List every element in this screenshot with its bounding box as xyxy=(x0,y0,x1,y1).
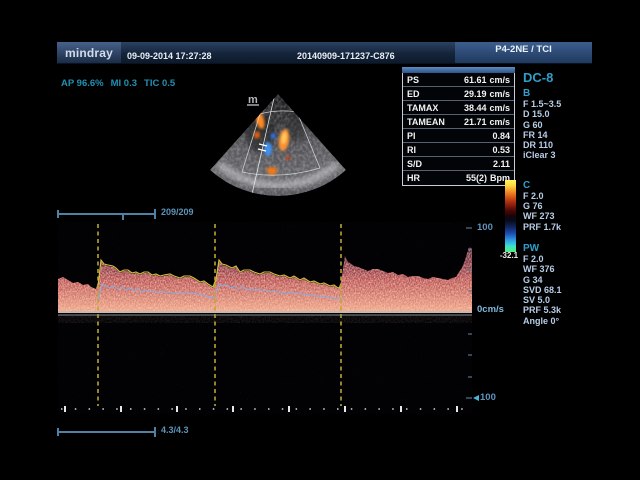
parameter-item: iClear 3 xyxy=(523,150,598,160)
parameter-item: DR 110 xyxy=(523,140,598,150)
color-parameter-section: C F 2.0G 76WF 273PRF 1.7k xyxy=(523,180,598,232)
measurement-value: 0.53 xyxy=(492,145,510,155)
measurement-row: TAMAX 38.44 cm/s xyxy=(403,101,514,115)
bmode-image: m xyxy=(200,88,360,206)
pw-spectrum-display xyxy=(58,222,472,414)
parameter-item: PRF 5.3k xyxy=(523,305,598,315)
parameter-item: Angle 0° xyxy=(523,316,598,326)
section-title-pw: PW xyxy=(523,243,598,254)
tic-value: TIC 0.5 xyxy=(144,78,175,89)
velocity-scale-baseline: 0cm/s xyxy=(477,304,504,315)
measurement-value: 55(2) xyxy=(466,173,487,183)
parameter-item: SV 5.0 xyxy=(523,295,598,305)
measurement-row: PS 61.61 cm/s xyxy=(403,73,514,87)
colorbar-top-tick: - xyxy=(478,178,481,188)
parameter-item: D 15.0 xyxy=(523,109,598,119)
measurement-value: 2.11 xyxy=(493,159,510,169)
frame-counter: 209/209 xyxy=(161,207,194,217)
measurement-row: ED 29.19 cm/s xyxy=(403,87,514,101)
background-noise xyxy=(58,222,472,406)
measurement-value: 21.71 xyxy=(464,117,487,127)
ap-value: AP 96.6% xyxy=(61,78,104,89)
measurement-label: TAMEAN xyxy=(407,117,445,127)
measurement-label: TAMAX xyxy=(407,103,438,113)
acoustic-output-readout: AP 96.6% MI 0.3 TIC 0.5 xyxy=(61,78,182,89)
measurement-results-panel: PS 61.61 cm/s ED 29.19 cm/s TAMAX 38.44 … xyxy=(402,67,515,186)
measurement-unit: cm/s xyxy=(489,103,510,113)
cine-track[interactable] xyxy=(58,213,155,215)
measurement-row: HR 55(2) Bpm xyxy=(403,171,514,185)
probe-exam-label: P4-2NE / TCI xyxy=(495,44,552,55)
results-table: PS 61.61 cm/s ED 29.19 cm/s TAMAX 38.44 … xyxy=(402,73,515,186)
velocity-scale-top: 100 xyxy=(477,222,493,233)
measurement-row: TAMEAN 21.71 cm/s xyxy=(403,115,514,129)
orientation-marker: m xyxy=(247,94,259,106)
parameter-item: G 34 xyxy=(523,275,598,285)
parameter-item: F 2.0 xyxy=(523,191,598,201)
parameter-item: G 60 xyxy=(523,120,598,130)
velocity-scale-bottom: 100 xyxy=(473,392,496,403)
measurement-label: PI xyxy=(407,131,416,141)
parameter-item: G 76 xyxy=(523,201,598,211)
measurement-unit: cm/s xyxy=(489,89,510,99)
exam-id-label: 20140909-171237-C876 xyxy=(297,51,395,61)
cine-end-tick xyxy=(154,209,156,219)
colorbar-scale-label: -32.1 xyxy=(492,251,526,260)
parameter-item: WF 273 xyxy=(523,211,598,221)
bmode-sector xyxy=(200,88,360,206)
measurement-row: PI 0.84 xyxy=(403,129,514,143)
parameter-item: F 2.0 xyxy=(523,254,598,264)
brand-logo-text: mindray xyxy=(65,46,113,60)
parameter-sidebar: DC-8 B F 1.5~3.5D 15.0G 60FR 14DR 110iCl… xyxy=(523,70,598,326)
parameter-item: F 1.5~3.5 xyxy=(523,99,598,109)
measurement-unit: cm/s xyxy=(489,75,510,85)
color-velocity-bar xyxy=(505,180,516,252)
pw-parameter-section: PW F 2.0WF 376G 34SVD 68.1SV 5.0PRF 5.3k… xyxy=(523,243,598,326)
measurement-value: 61.61 xyxy=(464,75,487,85)
system-model-label: DC-8 xyxy=(523,70,598,85)
probe-exam-tab[interactable]: P4-2NE / TCI xyxy=(455,42,592,63)
sweep-end-tick xyxy=(154,427,156,437)
orientation-marker-text: m xyxy=(248,94,258,106)
velocity-scale-bottom-value: 100 xyxy=(480,392,496,403)
ultrasound-screen: mindray P4-2NE / TCI 09-09-2014 17:27:28… xyxy=(0,0,640,480)
measurement-row: S/D 2.11 xyxy=(403,157,514,171)
measurement-label: S/D xyxy=(407,159,422,169)
scale-arrow-icon xyxy=(473,395,479,401)
measurement-value: 29.19 xyxy=(464,89,487,99)
section-title-b: B xyxy=(523,88,598,99)
measurement-unit: cm/s xyxy=(489,117,510,127)
parameter-item: FR 14 xyxy=(523,130,598,140)
brand-logo: mindray xyxy=(57,42,121,63)
measurement-label: ED xyxy=(407,89,420,99)
measurement-label: HR xyxy=(407,173,420,183)
bmode-parameter-section: B F 1.5~3.5D 15.0G 60FR 14DR 110iClear 3 xyxy=(523,88,598,161)
datetime-label: 09-09-2014 17:27:28 xyxy=(127,51,212,61)
mi-value: MI 0.3 xyxy=(111,78,137,89)
section-title-c: C xyxy=(523,180,598,191)
parameter-item: PRF 1.7k xyxy=(523,222,598,232)
sweep-time-counter: 4.3/4.3 xyxy=(161,425,189,435)
parameter-item: WF 376 xyxy=(523,264,598,274)
measurement-value: 38.44 xyxy=(464,103,487,113)
sweep-track[interactable] xyxy=(58,431,155,433)
cine-position-marker[interactable] xyxy=(122,215,124,220)
measurement-value: 0.84 xyxy=(492,131,510,141)
measurement-label: RI xyxy=(407,145,416,155)
parameter-item: SVD 68.1 xyxy=(523,285,598,295)
measurement-row: RI 0.53 xyxy=(403,143,514,157)
measurement-label: PS xyxy=(407,75,419,85)
